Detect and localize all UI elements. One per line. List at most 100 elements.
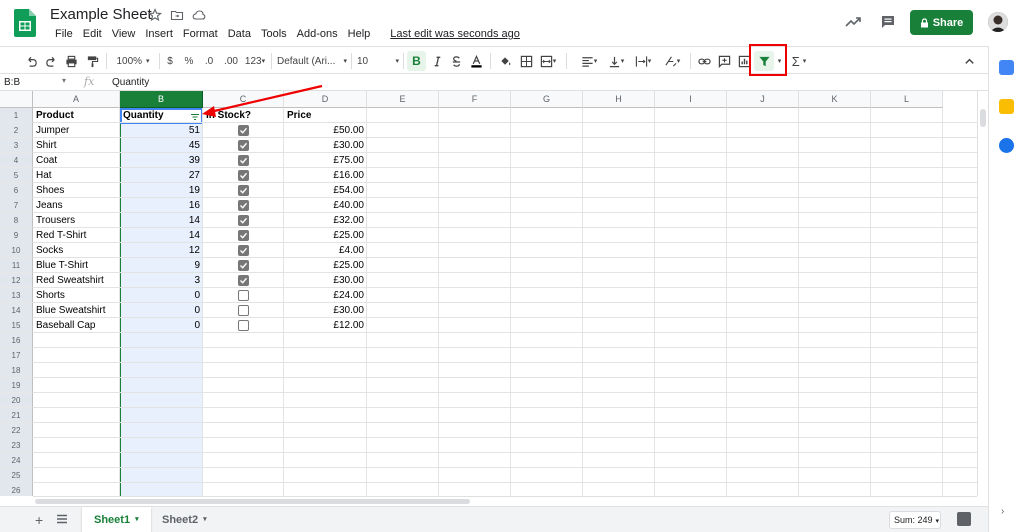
last-edit-link[interactable]: Last edit was seconds ago — [385, 27, 525, 41]
cloud-status-icon[interactable] — [192, 8, 206, 22]
zoom-select[interactable]: 100% ▾ — [111, 51, 155, 71]
row-header-9[interactable]: 9 — [0, 228, 33, 243]
move-folder-icon[interactable] — [170, 8, 184, 22]
borders-icon[interactable] — [517, 51, 535, 71]
menu-edit[interactable]: Edit — [78, 27, 107, 41]
cell-price[interactable]: £54.00 — [284, 183, 367, 198]
row-header-8[interactable]: 8 — [0, 213, 33, 228]
add-sheet-icon[interactable]: + — [35, 512, 43, 528]
menu-insert[interactable]: Insert — [140, 27, 178, 41]
in-stock-checkbox[interactable] — [238, 155, 249, 166]
keep-notes-icon[interactable] — [999, 99, 1014, 114]
column-header-j[interactable]: J — [727, 91, 799, 108]
percent-format-button[interactable]: % — [181, 51, 197, 71]
cell-price[interactable]: £75.00 — [284, 153, 367, 168]
menu-data[interactable]: Data — [223, 27, 256, 41]
cell-quantity[interactable]: 19 — [120, 183, 203, 198]
in-stock-checkbox[interactable] — [238, 305, 249, 316]
comments-icon[interactable] — [880, 14, 896, 30]
cell-quantity[interactable]: 9 — [120, 258, 203, 273]
collapse-toolbar-icon[interactable] — [960, 51, 978, 71]
row-header-20[interactable]: 20 — [0, 393, 33, 408]
insert-chart-icon[interactable] — [735, 51, 753, 71]
row-header-17[interactable]: 17 — [0, 348, 33, 363]
column-header-h[interactable]: H — [583, 91, 655, 108]
sheet-tab-sheet1[interactable]: Sheet1 ▾ — [82, 507, 151, 532]
in-stock-checkbox[interactable] — [238, 140, 249, 151]
column-header-f[interactable]: F — [439, 91, 511, 108]
star-icon[interactable] — [148, 8, 162, 22]
text-color-icon[interactable] — [467, 51, 485, 71]
cell-price[interactable]: £4.00 — [284, 243, 367, 258]
row-header-3[interactable]: 3 — [0, 138, 33, 153]
in-stock-checkbox[interactable] — [238, 185, 249, 196]
cell-product[interactable]: Socks — [33, 243, 120, 258]
menu-tools[interactable]: Tools — [256, 27, 292, 41]
cell-quantity[interactable]: 0 — [120, 288, 203, 303]
name-box[interactable]: B:B — [4, 76, 70, 89]
cell-quantity[interactable]: 39 — [120, 153, 203, 168]
sheets-logo-icon[interactable] — [14, 9, 36, 37]
sum-summary-select[interactable]: Sum: 249 ▾ — [889, 511, 941, 529]
row-header-21[interactable]: 21 — [0, 408, 33, 423]
merge-cells-icon[interactable]: ▾ — [537, 51, 559, 71]
activity-dashboard-icon[interactable] — [845, 14, 861, 30]
cell-price[interactable]: £30.00 — [284, 138, 367, 153]
cell-price[interactable]: £12.00 — [284, 318, 367, 333]
formula-input[interactable]: Quantity — [112, 76, 149, 89]
cell-product[interactable]: Shoes — [33, 183, 120, 198]
cell-product[interactable]: Coat — [33, 153, 120, 168]
cell-quantity[interactable]: 45 — [120, 138, 203, 153]
row-header-23[interactable]: 23 — [0, 438, 33, 453]
text-wrapping-icon[interactable]: ▾ — [630, 51, 656, 71]
in-stock-checkbox[interactable] — [238, 320, 249, 331]
share-button[interactable]: Share — [910, 10, 973, 35]
text-rotation-icon[interactable]: ▾ — [658, 51, 686, 71]
filter-icon[interactable] — [754, 51, 774, 71]
sheet-tab-sheet2[interactable]: Sheet2 ▾ — [150, 507, 219, 532]
vertical-scrollbar[interactable] — [977, 91, 988, 496]
vertical-align-icon[interactable]: ▾ — [604, 51, 628, 71]
decrease-decimal-button[interactable]: .0 — [199, 51, 219, 71]
horizontal-scroll-thumb[interactable] — [35, 499, 470, 504]
font-size-select[interactable]: 10 ▾ — [357, 51, 399, 71]
cell-quantity[interactable]: 12 — [120, 243, 203, 258]
row-header-2[interactable]: 2 — [0, 123, 33, 138]
cell-price[interactable]: £30.00 — [284, 303, 367, 318]
cell-quantity[interactable]: 0 — [120, 303, 203, 318]
cell-product[interactable]: Blue T-Shirt — [33, 258, 120, 273]
tasks-icon[interactable] — [999, 138, 1014, 153]
cell-product[interactable]: Hat — [33, 168, 120, 183]
sheet-tab-dropdown-icon[interactable]: ▾ — [135, 507, 139, 532]
select-all-corner[interactable] — [0, 91, 33, 108]
cell-quantity[interactable]: 3 — [120, 273, 203, 288]
insert-comment-icon[interactable] — [715, 51, 733, 71]
row-header-10[interactable]: 10 — [0, 243, 33, 258]
row-header-16[interactable]: 16 — [0, 333, 33, 348]
header-cell-in-stock[interactable]: In Stock? — [203, 108, 283, 123]
cell-quantity[interactable]: 0 — [120, 318, 203, 333]
in-stock-checkbox[interactable] — [238, 200, 249, 211]
row-header-26[interactable]: 26 — [0, 483, 33, 496]
in-stock-checkbox[interactable] — [238, 125, 249, 136]
cell-price[interactable]: £30.00 — [284, 273, 367, 288]
strikethrough-icon[interactable] — [448, 51, 464, 71]
calendar-icon[interactable] — [999, 60, 1014, 75]
row-header-22[interactable]: 22 — [0, 423, 33, 438]
cell-product[interactable]: Trousers — [33, 213, 120, 228]
cell-price[interactable]: £50.00 — [284, 123, 367, 138]
cell-product[interactable]: Red Sweatshirt — [33, 273, 120, 288]
column-header-g[interactable]: G — [511, 91, 583, 108]
in-stock-checkbox[interactable] — [238, 275, 249, 286]
row-header-12[interactable]: 12 — [0, 273, 33, 288]
row-header-7[interactable]: 7 — [0, 198, 33, 213]
italic-icon[interactable] — [429, 51, 445, 71]
row-header-4[interactable]: 4 — [0, 153, 33, 168]
horizontal-scrollbar[interactable] — [33, 496, 977, 506]
column-header-b[interactable]: B — [120, 91, 203, 108]
cell-product[interactable]: Shorts — [33, 288, 120, 303]
explore-icon[interactable] — [957, 512, 971, 526]
column-header-l[interactable]: L — [871, 91, 943, 108]
paint-format-icon[interactable] — [83, 51, 101, 71]
bold-button[interactable]: B — [407, 51, 426, 71]
